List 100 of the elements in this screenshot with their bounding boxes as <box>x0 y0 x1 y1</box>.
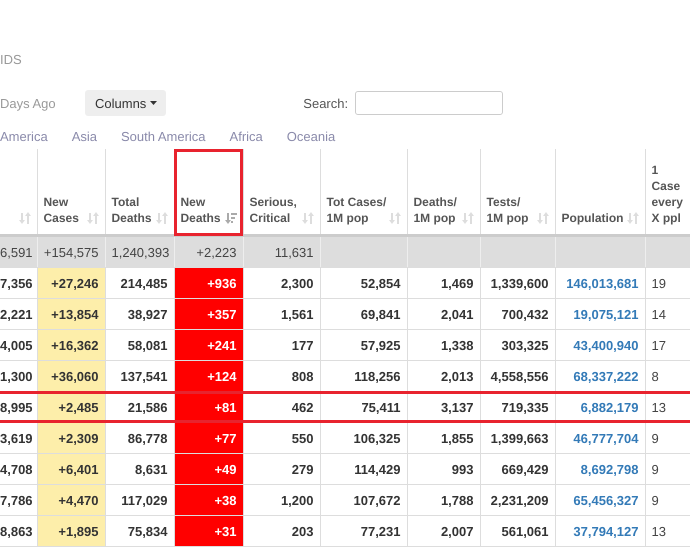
table-cell: 86,778 <box>105 422 174 454</box>
table-cell: 993 <box>407 454 480 484</box>
table-cell: 1,788 <box>407 484 480 516</box>
table-cell: +36,060 <box>37 360 105 392</box>
total-cell: 11,631 <box>243 236 320 268</box>
table-cell: +357 <box>174 298 243 330</box>
population-link[interactable]: 43,400,940 <box>555 330 645 360</box>
table-cell: +13,854 <box>37 298 105 330</box>
table-cell: 550 <box>243 422 320 454</box>
table-cell: 2,013 <box>407 360 480 392</box>
table-cell: 1,338 <box>407 330 480 360</box>
columns-button[interactable]: Columns <box>85 90 166 116</box>
table-cell: 9 <box>645 422 690 454</box>
table-cell: 75,411 <box>320 392 407 422</box>
region-tab[interactable]: South America <box>120 128 206 144</box>
table-cell: 13 <box>645 392 690 422</box>
sort-icon <box>626 212 638 224</box>
table-cell: 214,485 <box>105 268 174 298</box>
population-link[interactable]: 6,882,179 <box>555 392 645 422</box>
sort-icon <box>388 212 400 224</box>
table-cell: 1,855 <box>407 422 480 454</box>
table-cell: +81 <box>174 392 243 422</box>
table-cell: +6,401 <box>37 454 105 484</box>
table-cell: 118,256 <box>320 360 407 392</box>
table-cell: +27,246 <box>37 268 105 298</box>
table-cell: +31 <box>174 516 243 546</box>
table-cell: 303,325 <box>480 330 555 360</box>
filter-tab[interactable]: Days Ago <box>0 96 85 110</box>
table-cell: 117,029 <box>105 484 174 516</box>
region-tab[interactable]: Africa <box>230 128 263 144</box>
table-cell: 203 <box>243 516 320 546</box>
population-link[interactable]: 19,075,121 <box>555 298 645 330</box>
table-cell: 4,558,556 <box>480 360 555 392</box>
search-label: Search: <box>303 96 348 110</box>
table-cell: +49 <box>174 454 243 484</box>
table-cell: 2,007 <box>407 516 480 546</box>
table-cell: +38 <box>174 484 243 516</box>
table-cell: 1,399,663 <box>480 422 555 454</box>
table-cell: +2,485 <box>37 392 105 422</box>
sort-descending-icon <box>224 212 236 224</box>
sort-icon <box>18 212 30 224</box>
sort-icon <box>302 212 314 224</box>
section-heading: IDS <box>0 51 23 69</box>
table-cell: 13 <box>645 516 690 546</box>
total-cell: +154,575 <box>37 236 105 268</box>
table-cell: 19 <box>645 268 690 298</box>
population-link[interactable]: 146,013,681 <box>555 268 645 298</box>
table-cell: 14 <box>645 298 690 330</box>
table-cell: 17 <box>645 330 690 360</box>
table-cell: 57,925 <box>320 330 407 360</box>
table-cell: 2,231,209 <box>480 484 555 516</box>
table-cell: 9 <box>645 484 690 516</box>
table-cell: 3,619 <box>0 422 37 454</box>
region-tab[interactable]: Asia <box>72 128 97 144</box>
table-cell: 700,432 <box>480 298 555 330</box>
sort-icon <box>462 212 474 224</box>
table-cell: 69,841 <box>320 298 407 330</box>
table-cell: +2,309 <box>37 422 105 454</box>
sort-icon <box>536 212 548 224</box>
table-cell: 719,335 <box>480 392 555 422</box>
table-cell: +936 <box>174 268 243 298</box>
table-cell: 114,429 <box>320 454 407 484</box>
table-cell: 561,061 <box>480 516 555 546</box>
region-tab[interactable]: Oceania <box>286 128 336 144</box>
column-header[interactable]: New Deaths <box>174 149 243 236</box>
population-link[interactable]: 46,777,704 <box>555 422 645 454</box>
table-cell: 3,137 <box>407 392 480 422</box>
population-link[interactable]: 68,337,222 <box>555 360 645 392</box>
table-cell: +4,470 <box>37 484 105 516</box>
table-cell: 7,786 <box>0 484 37 516</box>
search-field[interactable] <box>355 91 504 115</box>
table-cell: 2,041 <box>407 298 480 330</box>
table-cell: 52,854 <box>320 268 407 298</box>
region-tab[interactable]: America <box>0 128 48 144</box>
population-link[interactable]: 37,794,127 <box>555 516 645 546</box>
population-link[interactable]: 8,692,798 <box>555 454 645 484</box>
population-link[interactable]: 65,456,327 <box>555 484 645 516</box>
table-cell: 2,221 <box>0 298 37 330</box>
table-cell: 279 <box>243 454 320 484</box>
table-cell: 9 <box>645 454 690 484</box>
total-cell: 1,240,393 <box>105 236 174 268</box>
table-cell: +1,895 <box>37 516 105 546</box>
table-cell: 7,356 <box>0 268 37 298</box>
table-cell: 75,834 <box>105 516 174 546</box>
total-cell: +2,223 <box>174 236 243 268</box>
table-cell: +241 <box>174 330 243 360</box>
table-cell: 177 <box>243 330 320 360</box>
table-cell: 8,631 <box>105 454 174 484</box>
table-cell: 462 <box>243 392 320 422</box>
table-cell: 1,339,600 <box>480 268 555 298</box>
table-cell: 38,927 <box>105 298 174 330</box>
total-cell: 6,591 <box>0 236 37 268</box>
table-cell: 1,200 <box>243 484 320 516</box>
table-cell: +124 <box>174 360 243 392</box>
table-cell: 4,005 <box>0 330 37 360</box>
table-cell: 8 <box>645 360 690 392</box>
table-cell: +16,362 <box>37 330 105 360</box>
table-cell: 77,231 <box>320 516 407 546</box>
table-cell: 106,325 <box>320 422 407 454</box>
table-cell: 4,708 <box>0 454 37 484</box>
